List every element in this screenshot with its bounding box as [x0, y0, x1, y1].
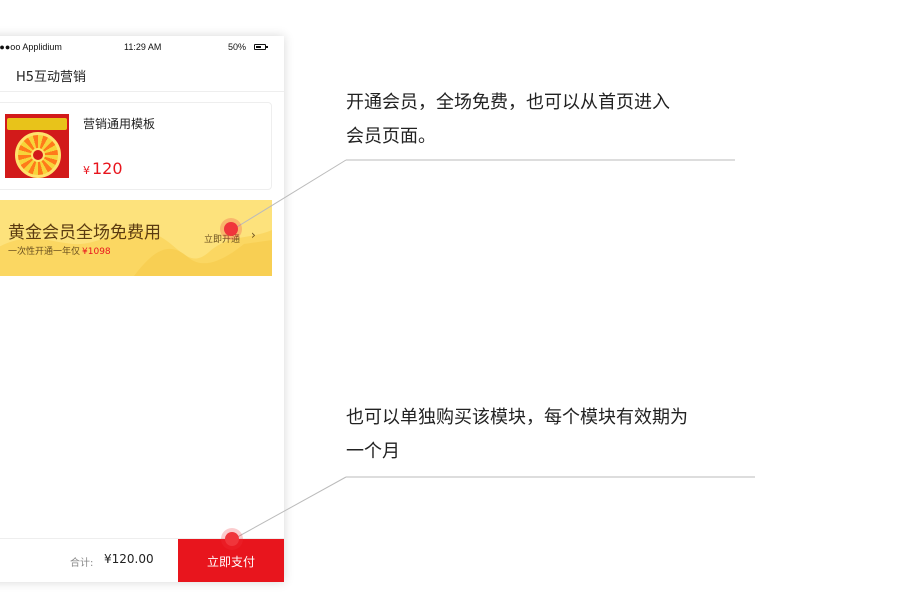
vip-subtitle: 一次性开通一年仅 ¥1098: [8, 244, 111, 257]
pay-hotspot-icon: [225, 532, 239, 546]
product-card[interactable]: 营销通用模板 ¥120: [0, 102, 272, 190]
phone-frame: ●●●oo Applidium 11:29 AM 50% ‹ H5互动营销 营销…: [0, 36, 284, 582]
pay-annotation-line1: 也可以单独购买该模块，每个模块有效期为: [346, 407, 688, 428]
pay-annotation: 也可以单独购买该模块，每个模块有效期为 一个月: [346, 401, 688, 469]
vip-annotation: 开通会员，全场免费，也可以从首页进入 会员页面。: [346, 86, 670, 154]
battery-percent: 50%: [228, 42, 247, 52]
total-label: 合计:: [70, 558, 94, 569]
currency-symbol: ¥: [83, 164, 90, 177]
vip-banner[interactable]: 黄金会员全场免费用 一次性开通一年仅 ¥1098 立即开通 ›: [0, 200, 272, 276]
vip-price: ¥1098: [82, 247, 111, 257]
product-thumbnail: [5, 114, 69, 178]
battery-icon: [254, 44, 268, 50]
status-bar: ●●●oo Applidium 11:29 AM 50%: [0, 36, 284, 58]
vip-annotation-line1: 开通会员，全场免费，也可以从首页进入: [346, 92, 670, 113]
vip-title: 黄金会员全场免费用: [8, 223, 161, 243]
wheel-center-icon: [31, 148, 45, 162]
product-name: 营销通用模板: [83, 117, 156, 131]
thumbnail-banner: [7, 118, 67, 130]
carrier-label: ●●●oo Applidium: [0, 42, 62, 52]
total-value: ¥120.00: [104, 552, 154, 566]
price-value: 120: [92, 159, 123, 178]
checkout-bar: 合计: ¥120.00 立即支付: [0, 538, 284, 582]
vip-subtitle-text: 一次性开通一年仅: [8, 247, 81, 257]
status-time: 11:29 AM: [124, 42, 162, 52]
product-price: ¥120: [83, 159, 123, 178]
vip-annotation-line2: 会员页面。: [346, 126, 436, 147]
page-title: H5互动营销: [16, 70, 87, 85]
nav-bar: ‹ H5互动营销: [0, 58, 284, 92]
chevron-right-icon: ›: [251, 228, 256, 242]
pay-annotation-line2: 一个月: [346, 441, 400, 462]
vip-hotspot-icon: [224, 222, 238, 236]
